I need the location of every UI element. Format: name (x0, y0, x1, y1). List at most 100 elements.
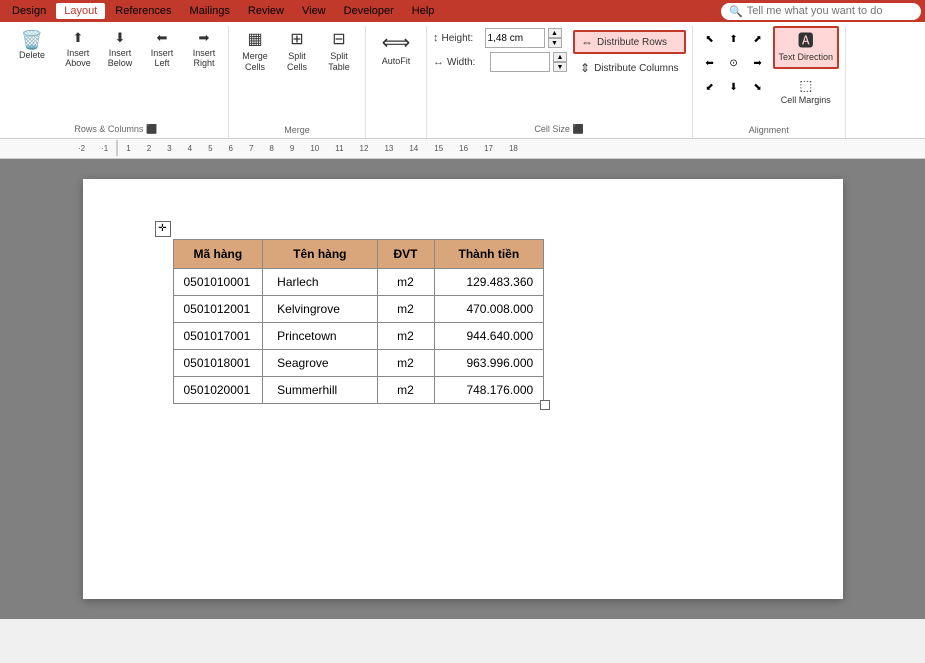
text-direction-icon: 🅰 (798, 32, 814, 51)
height-decrement-button[interactable]: ▼ (548, 38, 562, 48)
table-cell: m2 (377, 268, 434, 295)
align-middle-center-button[interactable]: ⊙ (723, 52, 745, 74)
align-top-center-button[interactable]: ⬆ (723, 28, 745, 50)
insert-above-icon: ⬆ (73, 30, 84, 46)
table-cell: 0501010001 (173, 268, 263, 295)
document-area: ✛ Mã hàng Tên hàng ĐVT Thành tiền 050101… (0, 159, 925, 619)
autofit-icon: ⟺ (382, 31, 411, 55)
insert-left-icon: ⬅ (157, 30, 168, 46)
table-header-code: Mã hàng (173, 239, 263, 268)
table-header-unit: ĐVT (377, 239, 434, 268)
align-middle-right-button[interactable]: ➡ (747, 52, 769, 74)
distribute-cols-button[interactable]: ⇕ Distribute Columns (573, 57, 686, 79)
height-label: Height: (442, 33, 482, 44)
menu-review[interactable]: Review (240, 3, 292, 19)
table-cell: 0501012001 (173, 295, 263, 322)
table-row: 0501017001 Princetown m2 944.640.000 (173, 322, 544, 349)
table-cell: Harlech (263, 268, 377, 295)
menu-layout[interactable]: Layout (56, 3, 105, 19)
insert-left-label: InsertLeft (151, 48, 174, 70)
split-table-icon: ⊟ (332, 30, 345, 49)
height-increment-button[interactable]: ▲ (548, 28, 562, 38)
table-header-name: Tên hàng (263, 239, 377, 268)
split-table-label: SplitTable (328, 51, 350, 73)
align-middle-left-button[interactable]: ⬅ (699, 52, 721, 74)
search-icon: 🔍 (729, 5, 743, 18)
insert-below-button[interactable]: ⬇ InsertBelow (100, 26, 140, 73)
cell-margins-button[interactable]: ⬚ Cell Margins (773, 72, 840, 111)
menu-view[interactable]: View (294, 3, 334, 19)
insert-right-label: InsertRight (193, 48, 216, 70)
table-cell: 470.008.000 (434, 295, 544, 322)
menu-help[interactable]: Help (404, 3, 443, 19)
height-icon: ↕ (433, 32, 439, 44)
insert-right-button[interactable]: ➡ InsertRight (184, 26, 224, 73)
align-top-right-button[interactable]: ⬈ (747, 28, 769, 50)
width-label: Width: (447, 57, 487, 68)
merge-cells-button[interactable]: ▦ MergeCells (235, 26, 275, 77)
rows-columns-expand-icon[interactable]: ⬛ (146, 124, 157, 135)
split-cells-icon: ⊞ (290, 30, 303, 49)
menu-design[interactable]: Design (4, 3, 54, 19)
cell-margins-icon: ⬚ (799, 77, 812, 94)
cell-size-label: Cell Size ⬛ (433, 124, 686, 138)
split-cells-label: SplitCells (287, 51, 307, 73)
height-input[interactable] (485, 28, 545, 48)
insert-below-icon: ⬇ (115, 30, 126, 46)
delete-button[interactable]: 🗑️ Delete (8, 26, 56, 66)
table-resize-handle[interactable] (540, 400, 550, 410)
text-direction-button[interactable]: 🅰 Text Direction (773, 26, 840, 69)
search-input[interactable] (747, 5, 907, 17)
align-top-left-button[interactable]: ⬉ (699, 28, 721, 50)
delete-icon: 🗑️ (21, 31, 43, 49)
align-bottom-left-button[interactable]: ⬋ (699, 76, 721, 98)
width-input[interactable] (490, 52, 550, 72)
table-row: 0501018001 Seagrove m2 963.996.000 (173, 349, 544, 376)
distribute-cols-icon: ⇕ (580, 61, 590, 75)
merge-cells-icon: ▦ (247, 30, 262, 49)
distribute-cols-label: Distribute Columns (594, 63, 678, 74)
alignment-label: Alignment (699, 125, 840, 138)
distribute-rows-icon: ⇔ (581, 35, 593, 49)
cell-margins-label: Cell Margins (781, 95, 831, 106)
table-header-amount: Thành tiền (434, 239, 544, 268)
table-cell: 0501020001 (173, 376, 263, 403)
merge-cells-label: MergeCells (242, 51, 268, 73)
insert-right-icon: ➡ (199, 30, 210, 46)
table-row: 0501010001 Harlech m2 129.483.360 (173, 268, 544, 295)
insert-above-label: InsertAbove (65, 48, 91, 70)
table-cell: Kelvingrove (263, 295, 377, 322)
table-cell: Summerhill (263, 376, 377, 403)
split-table-button[interactable]: ⊟ SplitTable (319, 26, 359, 77)
table-cell: 944.640.000 (434, 322, 544, 349)
width-increment-button[interactable]: ▲ (553, 52, 567, 62)
autofit-button[interactable]: ⟺ AutoFit (372, 26, 420, 72)
delete-label: Delete (19, 50, 45, 61)
width-decrement-button[interactable]: ▼ (553, 62, 567, 72)
table-row: 0501020001 Summerhill m2 748.176.000 (173, 376, 544, 403)
menu-developer[interactable]: Developer (336, 3, 402, 19)
text-direction-label: Text Direction (779, 52, 834, 63)
cell-size-expand-icon[interactable]: ⬛ (573, 124, 584, 135)
menu-mailings[interactable]: Mailings (182, 3, 238, 19)
align-bottom-right-button[interactable]: ⬊ (747, 76, 769, 98)
insert-above-button[interactable]: ⬆ InsertAbove (58, 26, 98, 73)
width-icon: ↔ (433, 56, 444, 68)
table-cell: 129.483.360 (434, 268, 544, 295)
menu-references[interactable]: References (107, 3, 179, 19)
split-cells-button[interactable]: ⊞ SplitCells (277, 26, 317, 77)
table-cell: 0501017001 (173, 322, 263, 349)
table-cell: 748.176.000 (434, 376, 544, 403)
table-cell: m2 (377, 295, 434, 322)
merge-label: Merge (235, 125, 359, 138)
distribute-rows-label: Distribute Rows (597, 37, 667, 48)
table-cell: m2 (377, 322, 434, 349)
insert-left-button[interactable]: ⬅ InsertLeft (142, 26, 182, 73)
table: Mã hàng Tên hàng ĐVT Thành tiền 05010100… (173, 239, 545, 404)
document-page: ✛ Mã hàng Tên hàng ĐVT Thành tiền 050101… (83, 179, 843, 599)
table-cell: m2 (377, 349, 434, 376)
table-move-handle[interactable]: ✛ (155, 221, 171, 237)
table-cell: m2 (377, 376, 434, 403)
align-bottom-center-button[interactable]: ⬇ (723, 76, 745, 98)
distribute-rows-button[interactable]: ⇔ Distribute Rows (573, 30, 686, 54)
